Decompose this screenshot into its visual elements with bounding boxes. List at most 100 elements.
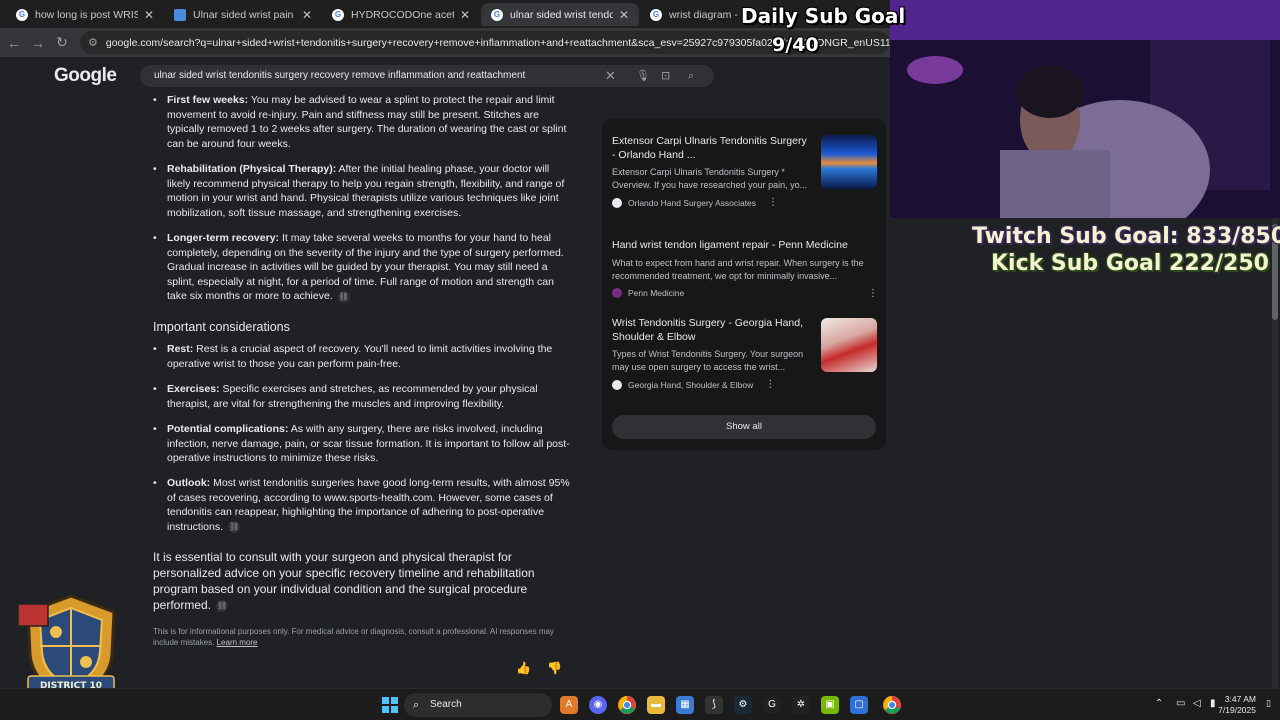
site-info-icon[interactable]: ⚙ [88,36,98,49]
source-snippet: Extensor Carpi Ulnaris Tendonitis Surger… [612,167,808,190]
app-icon-blue[interactable]: ▢ [850,696,868,714]
app-icon-a[interactable]: A [560,696,578,714]
google-header: Google ulnar sided wrist tendonitis surg… [0,57,890,93]
source-title[interactable]: Extensor Carpi Ulnaris Tendonitis Surger… [612,135,812,162]
item-label: Rehabilitation (Physical Therapy): [167,163,337,175]
network-icon[interactable]: ▭ [1176,698,1185,709]
list-item: • Potential complications: As with any s… [153,423,570,465]
source-thumbnail[interactable] [821,318,877,372]
scrollbar[interactable] [1272,218,1278,688]
close-tab-icon[interactable]: ✕ [460,8,470,22]
tab-3[interactable]: G HYDROCODOne acetaminophe ✕ [322,3,480,26]
list-item: • Exercises: Specific exercises and stre… [153,383,538,410]
item-label: Outlook: [167,477,211,489]
tab-title: Ulnar sided wrist pain - Dorset [193,8,296,21]
close-tab-icon[interactable]: ✕ [144,8,154,22]
forward-icon[interactable]: → [26,35,50,51]
google-logo[interactable]: Google [54,65,117,87]
list-item: • Rehabilitation (Physical Therapy): Aft… [153,163,565,219]
address-bar: ← → ↻ ⚙ google.com/search?q=ulnar+sided+… [0,28,890,57]
tab-5[interactable]: G wrist diagram - Googl [640,3,750,26]
webcam-image [890,0,1280,218]
tab-2[interactable]: Ulnar sided wrist pain - Dorset ✕ [164,3,322,26]
steam-icon[interactable]: ⚙ [734,696,752,714]
search-input[interactable]: ulnar sided wrist tendonitis surgery rec… [140,65,714,87]
reload-icon[interactable]: ↻ [50,34,74,51]
source-site: Penn Medicine ⋮ [612,288,878,299]
microphone-icon[interactable]: 🎙 [636,65,650,87]
tray-overflow-icon[interactable]: ⌃ [1155,698,1163,709]
app-icon-s[interactable]: ⟆ [705,696,723,714]
link-icon[interactable]: ⛓ [228,521,241,533]
close-tab-icon[interactable]: ✕ [302,8,312,22]
discord-icon[interactable]: ◉ [589,696,607,714]
tab-1[interactable]: G how long is post WRIST tendo ✕ [6,3,164,26]
kick-sub-goal: Kick Sub Goal 222/250 [991,251,1269,276]
tab-title: wrist diagram - Googl [669,8,740,21]
source-title[interactable]: Wrist Tendonitis Surgery - Georgia Hand,… [612,317,812,344]
nvidia-icon[interactable]: ▣ [821,696,839,714]
more-vert-icon[interactable]: ⋮ [768,197,778,208]
item-label: Exercises: [167,383,220,395]
google-favicon-icon: G [16,8,28,21]
thumbs-up-icon[interactable]: 👍 [516,661,531,675]
url-input[interactable]: ⚙ google.com/search?q=ulnar+sided+wrist+… [80,31,890,54]
system-clock[interactable]: 3:47 AM 7/19/2025 [1218,694,1256,716]
daily-sub-goal-label: Daily Sub Goal [741,4,906,28]
taskbar-search[interactable]: ⌕ Search [404,693,552,717]
doc-favicon-icon [174,8,186,21]
source-snippet: What to expect from hand and wrist repai… [612,257,864,281]
site-favicon-icon [612,288,622,298]
notification-icon[interactable]: ▯ [1266,698,1271,709]
tab-4[interactable]: G ulnar sided wrist tendonitis sur ✕ [481,3,639,26]
webcam-feed [890,0,1280,218]
store-icon[interactable]: ▦ [676,696,694,714]
item-text: Rest is a crucial aspect of recovery. Yo… [167,343,553,370]
windows-start-icon[interactable] [381,696,399,714]
file-explorer-icon[interactable]: ▬ [647,696,665,714]
learn-more-link[interactable]: Learn more [217,638,258,647]
site-favicon-icon [612,197,622,208]
chrome-active-icon[interactable] [883,696,901,714]
link-icon[interactable]: ⛓ [337,290,350,303]
tab-title: how long is post WRIST tendo [35,8,138,21]
show-all-button[interactable]: Show all [612,415,876,439]
back-icon[interactable]: ← [2,35,26,51]
thumbs-down-icon[interactable]: 👎 [547,661,562,675]
taskbar: ⌕ Search A ◉ ▬ ▦ ⟆ ⚙ G ✲ ▣ ▢ ⌃ ▭ ◁ ▮ 3:4… [0,688,1280,720]
closing-paragraph: It is essential to consult with your sur… [153,550,535,612]
clear-icon[interactable]: ✕ [605,65,616,87]
search-icon[interactable]: ⌕ [688,65,694,87]
settings-app-icon[interactable]: ✲ [792,696,810,714]
item-label: Longer-term recovery: [167,232,280,244]
search-query: ulnar sided wrist tendonitis surgery rec… [154,70,526,81]
battery-icon[interactable]: ▮ [1210,698,1216,709]
source-title[interactable]: Hand wrist tendon ligament repair - Penn… [612,239,878,253]
lens-icon[interactable]: ⊡ [661,65,670,87]
source-site: Orlando Hand Surgery Associates ⋮ [612,197,878,208]
stream-side-panel [890,218,1280,688]
list-item: • Rest: Rest is a crucial aspect of reco… [153,343,553,370]
close-tab-icon[interactable]: ✕ [619,8,629,22]
list-item: • Longer-term recovery: It may take seve… [153,232,564,303]
item-label: Rest: [167,343,194,355]
tab-title: ulnar sided wrist tendonitis sur [510,8,613,21]
ai-disclaimer: This is for informational purposes only.… [153,627,554,647]
chrome-icon[interactable] [618,696,636,714]
site-favicon-icon [612,379,622,390]
more-vert-icon[interactable]: ⋮ [868,288,878,299]
google-favicon-icon: G [650,8,662,21]
link-icon[interactable]: ⛓ [216,599,229,612]
item-label: First few weeks: [167,94,249,106]
source-snippet: Types of Wrist Tendonitis Surgery. Your … [612,349,804,372]
section-heading: Important considerations [153,320,290,334]
source-card[interactable]: Hand wrist tendon ligament repair - Penn… [612,239,878,299]
google-favicon-icon: G [491,8,503,21]
app-icon-g[interactable]: G [763,696,781,714]
tab-title: HYDROCODOne acetaminophe [351,8,454,21]
google-favicon-icon: G [332,8,344,21]
results-content: • First few weeks: You may be advised to… [0,93,890,688]
more-vert-icon[interactable]: ⋮ [765,379,775,390]
volume-icon[interactable]: ◁ [1193,698,1201,709]
source-thumbnail[interactable] [821,135,877,189]
